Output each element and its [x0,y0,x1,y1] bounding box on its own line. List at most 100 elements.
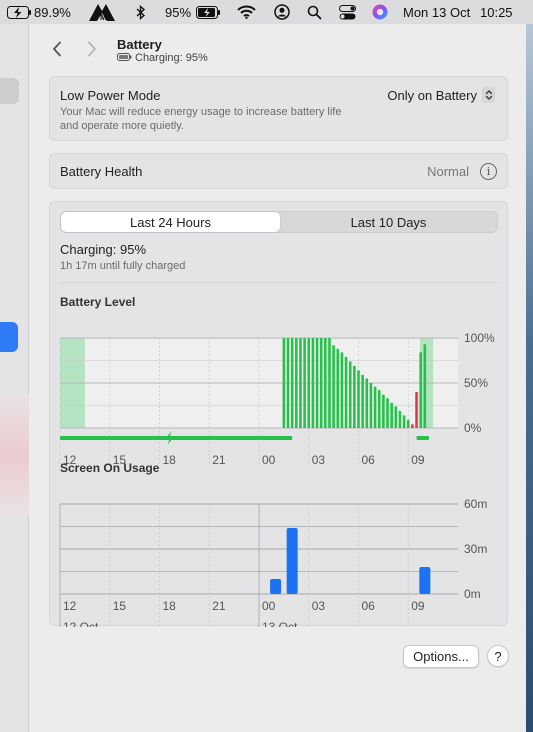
usage-x-tick-label: 15 [113,599,127,613]
charging-period-bar [416,436,429,440]
battery-level-bar [344,356,348,428]
battery-level-bar [348,361,352,428]
battery-level-chart: 100% 50% 0% 12 15 18 21 00 03 06 09 [59,331,495,467]
date-label-12-oct: 12 Oct [63,620,99,627]
charts-canvas: 100% 50% 0% 12 15 18 21 00 03 06 09 60m 30m 0m 12 15 18… [59,331,495,627]
battery-percent-text[interactable]: 89.9% [34,0,71,24]
lightning-charging-icon [165,431,174,445]
battery-level-bar [315,338,319,428]
sidebar-search-field[interactable] [0,78,19,104]
battery-level-bar [299,338,302,428]
battery-level-bar [286,338,290,428]
usage-x-tick-label: 21 [212,599,226,613]
battery-level-bar [332,345,335,428]
low-power-mode-description: Your Mac will reduce energy usage to inc… [60,106,342,132]
help-button[interactable]: ? [487,645,509,667]
settings-sidebar [0,24,29,732]
control-center-icon[interactable] [339,0,356,24]
battery-x-tick-label: 18 [163,453,177,467]
battery-level-bar [369,383,373,428]
battery-level-bar [365,378,369,428]
info-icon[interactable]: i [480,163,497,180]
battery-level-bar [361,374,364,428]
battery-level-bar [336,348,340,428]
battery-level-bar [340,352,344,428]
low-power-mode-title: Low Power Mode [60,88,161,103]
battery-health-label: Battery Health [60,164,143,179]
charging-period-bar [60,436,293,440]
usage-x-tick-label: 00 [262,599,276,613]
battery-level-bar [328,338,331,428]
battery-health-value: Normal [427,164,469,179]
wifi-icon[interactable] [237,0,256,24]
battery-y-tick-label: 0% [464,421,482,435]
battery-level-bar [295,338,298,428]
siri-icon[interactable] [372,0,388,24]
page-title: Battery [117,37,162,52]
battery-level-bar [377,390,381,428]
desktop-wallpaper [526,24,533,732]
low-power-mode-value: Only on Battery [387,87,477,103]
battery-y-tick-label: 50% [464,376,488,390]
search-icon[interactable] [307,0,322,24]
low-power-mode-card: Low Power Mode Your Mac will reduce ener… [49,76,508,141]
battery-level-bar [324,338,327,428]
forward-button[interactable] [82,39,102,59]
battery-x-tick-label: 15 [113,453,127,467]
usage-x-tick-label: 03 [312,599,326,613]
screen-usage-bar [270,579,282,594]
battery-health-card[interactable]: Battery Health Normal i [49,153,508,189]
back-button[interactable] [47,39,67,59]
battery-level-bar [353,365,356,428]
screen-usage-bar [419,567,431,594]
battery-level-bar [382,394,385,428]
usage-x-tick-label: 18 [163,599,177,613]
sidebar-selected-item[interactable] [0,322,18,352]
battery-settings-window: Battery Charging: 95% Low Power Mode You… [29,24,526,732]
page-subtitle: Charging: 95% [117,52,208,64]
battery-level-bar [303,338,306,428]
battery-x-tick-label: 21 [212,453,226,467]
battery-level-bar [411,424,414,428]
battery-level-bar [390,402,393,428]
battery-level-bar [373,386,377,428]
bluetooth-icon[interactable] [135,0,146,24]
options-button[interactable]: Options... [403,645,479,668]
user-account-icon[interactable] [274,0,290,24]
usage-y-tick-label: 30m [464,542,487,556]
battery-level-bar [394,406,398,428]
battery-usage-card: Last 24 Hours Last 10 Days Charging: 95%… [49,201,508,627]
battery-x-tick-label: 09 [411,453,425,467]
chevron-up-down-icon [482,87,495,103]
battery-level-bar [386,398,389,428]
battery-level-bar [311,338,315,428]
screen-on-usage-chart: 60m 30m 0m 12 15 18 21 00 03 06 09 12 Oct 13 Oct [59,497,487,627]
app-logo-icon[interactable]: M [88,0,116,24]
battery-level-bar [307,338,311,428]
menubar-date[interactable]: Mon 13 Oct [403,0,470,24]
battery-level-bar [290,338,294,428]
battery-level-bar [415,392,418,428]
sidebar-decoration [0,395,29,515]
battery-level-bar [402,415,406,428]
battery-level-bar [398,410,402,428]
battery-x-tick-label: 00 [262,453,276,467]
usage-x-tick-label: 09 [411,599,425,613]
low-power-mode-select[interactable]: Only on Battery [387,87,495,103]
battery-icon-percent[interactable]: 95% [165,0,191,24]
battery-level-bar [319,338,323,428]
date-label-13-oct: 13 Oct [262,620,298,627]
menubar-time[interactable]: 10:25 [480,0,513,24]
battery-level-bar [357,370,360,428]
battery-level-bar [419,352,422,428]
screen-usage-bar [286,528,298,594]
battery-level-bar [423,344,427,428]
usage-y-tick-label: 0m [464,587,481,601]
battery-x-tick-label: 03 [312,453,326,467]
svg-text:M: M [100,13,107,22]
battery-level-bar [282,338,286,428]
battery-charging-icon[interactable] [7,0,32,24]
battery-status-icon[interactable] [196,0,221,24]
usage-x-tick-label: 06 [362,599,376,613]
usage-x-tick-label: 12 [63,599,77,613]
